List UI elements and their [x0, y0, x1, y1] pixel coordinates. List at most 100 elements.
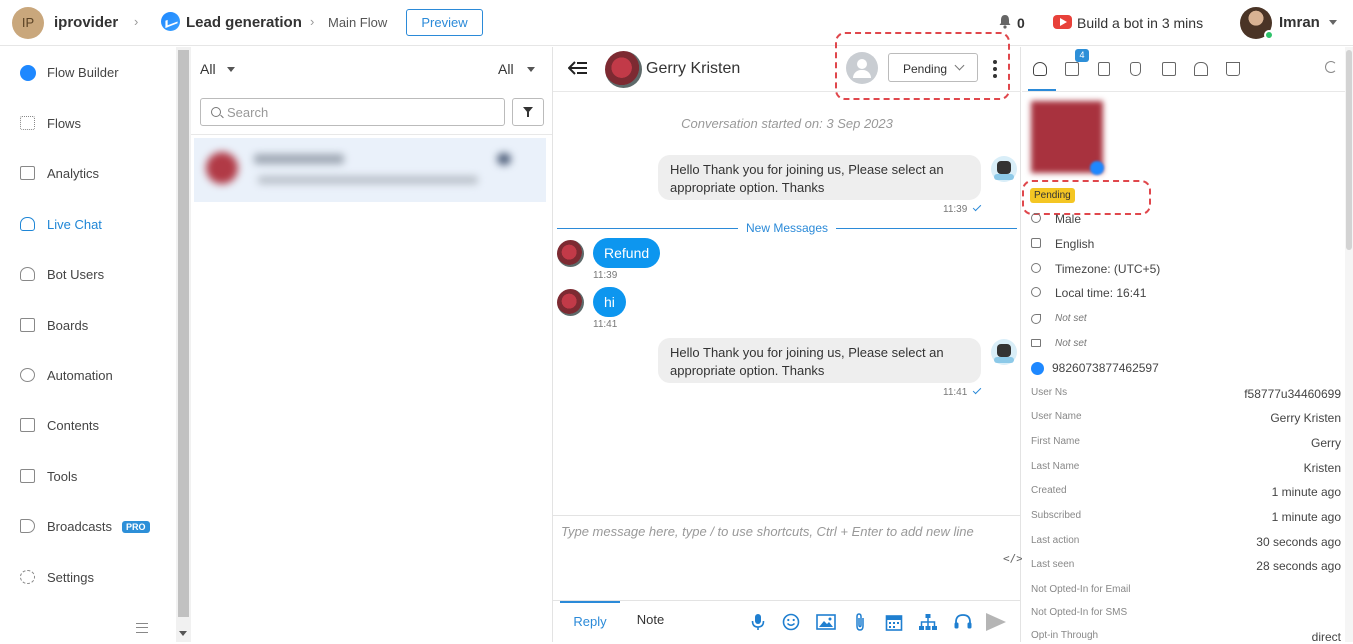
attr-label: First Name — [1031, 436, 1080, 447]
sidebar-item-automation[interactable]: Automation — [0, 350, 176, 400]
profile-tab-book-icon[interactable] — [1098, 62, 1110, 76]
refresh-icon[interactable] — [1325, 61, 1337, 73]
code-toggle-icon[interactable]: </> — [1003, 552, 1023, 565]
emoji-icon[interactable] — [782, 613, 800, 631]
search-input[interactable] — [227, 103, 497, 121]
phone-icon — [1031, 314, 1041, 324]
contents-icon — [20, 418, 35, 432]
flow-hierarchy-icon[interactable] — [918, 613, 938, 631]
gender-icon — [1031, 213, 1041, 223]
breadcrumb-chevron-icon: › — [134, 14, 139, 29]
attr-value: 28 seconds ago — [1256, 559, 1341, 573]
gear-icon — [20, 570, 35, 584]
attr-value: f58777u34460699 — [1244, 387, 1341, 401]
sidebar-item-live-chat[interactable]: Live Chat — [0, 199, 176, 249]
sidebar-item-label: Tools — [47, 469, 78, 484]
messenger-icon — [1090, 161, 1104, 175]
sidebar-item-label: Flows — [47, 116, 81, 131]
bot-avatar — [991, 339, 1017, 365]
user-message: Refund — [593, 238, 661, 268]
profile-tab-user-icon[interactable] — [1033, 62, 1047, 76]
sidebar-item-analytics[interactable]: Analytics — [0, 148, 176, 198]
profile-tabs: 4 — [1022, 47, 1353, 92]
user-menu-caret-icon[interactable] — [1329, 20, 1337, 25]
sidebar-item-label: Flow Builder — [47, 65, 119, 80]
sidebar-item-flows[interactable]: Flows — [0, 98, 176, 148]
sidebar-item-boards[interactable]: Boards — [0, 300, 176, 350]
tab-note[interactable]: Note — [623, 601, 678, 643]
delivered-check-icon — [972, 202, 982, 212]
notification-count: 0 — [1017, 15, 1025, 31]
clock-icon — [1031, 263, 1041, 273]
conversation-filter-left[interactable]: All — [200, 61, 216, 77]
attr-label: Subscribed — [1031, 510, 1082, 521]
profile-tab-cards-icon[interactable] — [1065, 62, 1079, 76]
user-message: hi — [593, 287, 626, 317]
sidebar-item-settings[interactable]: Settings — [0, 552, 176, 602]
megaphone-icon — [20, 519, 35, 533]
conversation-item[interactable] — [194, 138, 546, 202]
local-time-value: Local time: 16:41 — [1055, 286, 1147, 300]
user-name[interactable]: Imran — [1279, 14, 1320, 31]
profile-tab-cart-icon[interactable] — [1226, 62, 1240, 76]
board-icon — [20, 318, 35, 332]
collapse-menu-icon[interactable] — [136, 623, 148, 633]
workspace-avatar[interactable]: IP — [12, 7, 44, 39]
highlight-annotation — [1022, 180, 1151, 215]
sidebar-item-contents[interactable]: Contents — [0, 400, 176, 450]
breadcrumb-bot[interactable]: Lead generation — [186, 14, 302, 31]
top-bar: IP iprovider › Lead generation › Main Fl… — [0, 0, 1353, 46]
preview-button[interactable]: Preview — [406, 9, 483, 36]
collapse-arrow-icon[interactable] — [568, 61, 588, 75]
build-bot-link[interactable]: Build a bot in 3 mins — [1077, 15, 1203, 31]
attr-label: User Ns — [1031, 387, 1068, 398]
headset-icon[interactable] — [953, 613, 973, 631]
send-icon[interactable] — [986, 613, 1006, 631]
avatar — [206, 152, 238, 184]
microphone-icon[interactable] — [749, 613, 767, 631]
breadcrumb-flow[interactable]: Main Flow — [328, 15, 387, 30]
phone-value: Not set — [1055, 313, 1087, 324]
attr-label: Last Name — [1031, 461, 1080, 472]
calendar-icon[interactable] — [885, 613, 903, 631]
sidebar-item-bot-users[interactable]: Bot Users — [0, 249, 176, 299]
filter-button[interactable] — [512, 98, 544, 126]
message-input[interactable] — [561, 524, 1001, 584]
profile-tab-notes-icon[interactable] — [1162, 62, 1176, 76]
attr-value: 30 seconds ago — [1256, 535, 1341, 549]
attr-value: Gerry — [1311, 436, 1341, 450]
message-time: 11:41 — [943, 387, 968, 398]
attachment-icon[interactable] — [851, 613, 869, 631]
search-field[interactable] — [200, 98, 505, 126]
attr-label: User Name — [1031, 411, 1082, 422]
message-composer: </> — [553, 515, 1023, 600]
sidebar-item-flow-builder[interactable]: Flow Builder — [0, 47, 176, 97]
sidebar-item-broadcasts[interactable]: Broadcasts PRO — [0, 501, 176, 551]
conversation-filter-right[interactable]: All — [498, 61, 514, 77]
profile-scroll-thumb[interactable] — [1346, 50, 1352, 250]
chat-panel: Gerry Kristen Pending Conversation start… — [553, 32, 1023, 643]
avatar — [557, 289, 584, 316]
tab-reply[interactable]: Reply — [560, 601, 620, 643]
contact-avatar[interactable] — [605, 51, 642, 88]
chevron-down-icon[interactable] — [527, 67, 535, 72]
attr-value: 1 minute ago — [1271, 485, 1341, 499]
profile-panel: 4 Pending Male English Timezone: (UTC+5)… — [1022, 47, 1353, 644]
profile-tab-tag-icon[interactable] — [1130, 62, 1141, 76]
scroll-down-arrow-icon[interactable] — [179, 631, 187, 636]
sidebar-scroll-thumb[interactable] — [178, 50, 189, 617]
avatar — [557, 240, 584, 267]
sidebar-item-label: Broadcasts — [47, 519, 113, 534]
sidebar-item-tools[interactable]: Tools — [0, 451, 176, 501]
message-time: 11:39 — [593, 270, 618, 281]
bell-icon[interactable] — [998, 14, 1012, 29]
chevron-down-icon[interactable] — [227, 67, 235, 72]
workspace-name[interactable]: iprovider — [54, 14, 118, 31]
chart-icon — [20, 166, 35, 180]
divider — [191, 134, 552, 135]
contact-name[interactable]: Gerry Kristen — [646, 60, 740, 78]
youtube-icon[interactable] — [1053, 15, 1072, 29]
automation-icon — [20, 368, 35, 382]
image-icon[interactable] — [816, 613, 836, 631]
profile-tab-bell-icon[interactable] — [1194, 62, 1208, 76]
